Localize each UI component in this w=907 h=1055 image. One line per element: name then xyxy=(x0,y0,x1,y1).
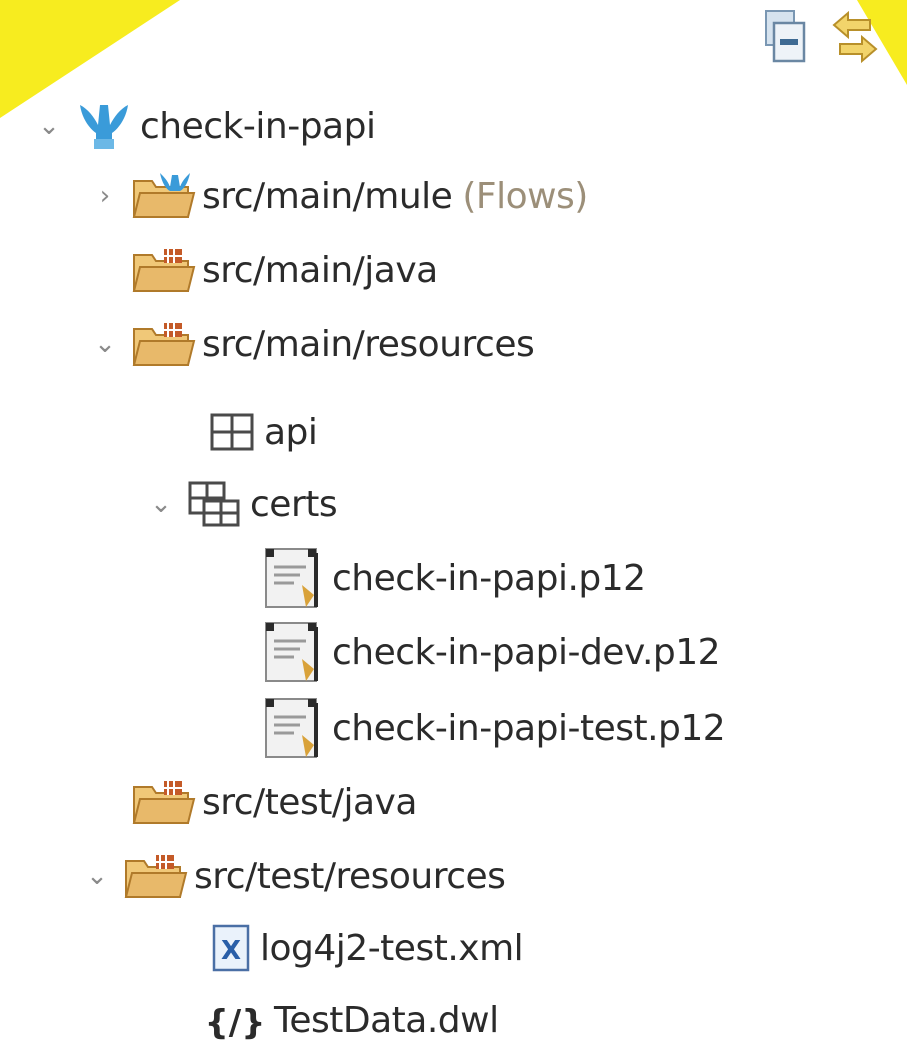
chevron-down-icon[interactable]: ⌄ xyxy=(94,329,116,359)
view-toolbar xyxy=(755,6,885,68)
tree-item-label: log4j2-test.xml xyxy=(260,927,524,969)
project-label: check-in-papi xyxy=(140,105,376,147)
source-folder-icon xyxy=(122,851,188,901)
mule-project-icon xyxy=(74,99,134,153)
tree-item-p12-dev[interactable]: › check-in-papi-dev.p12 xyxy=(224,619,721,685)
tree-item-src-main-java[interactable]: › src/main/java xyxy=(94,240,438,300)
tree-item-label: check-in-papi.p12 xyxy=(332,557,646,599)
tree-item-p12-test[interactable]: › check-in-papi-test.p12 xyxy=(224,695,726,761)
tree-item-src-test-resources[interactable]: ⌄ src/test/resources xyxy=(86,846,506,906)
xml-file-icon: X xyxy=(210,922,254,974)
tree-item-label: TestData.dwl xyxy=(274,999,499,1041)
tree-item-suffix: (Flows) xyxy=(462,175,588,217)
tree-item-label: check-in-papi-dev.p12 xyxy=(332,631,721,673)
source-folder-icon xyxy=(130,777,196,827)
tree-item-certs[interactable]: ⌄ certs xyxy=(150,474,338,534)
chevron-down-icon[interactable]: ⌄ xyxy=(38,111,60,141)
tree-item-src-main-resources[interactable]: ⌄ src/main/resources xyxy=(94,314,535,374)
tree-item-log4j2-test-xml[interactable]: › X log4j2-test.xml xyxy=(174,918,524,978)
source-folder-icon xyxy=(130,245,196,295)
certificate-file-icon xyxy=(260,619,326,685)
collapse-all-icon xyxy=(765,10,806,63)
tree-item-project[interactable]: ⌄ check-in-papi xyxy=(38,96,376,156)
collapse-all-button[interactable] xyxy=(755,6,815,68)
svg-text:{/}: {/} xyxy=(205,1003,266,1043)
certificate-file-icon xyxy=(260,695,326,761)
mule-folder-icon xyxy=(130,171,196,221)
chevron-down-icon[interactable]: ⌄ xyxy=(86,861,108,891)
tree-item-p12[interactable]: › check-in-papi.p12 xyxy=(224,548,646,608)
tree-item-label: src/test/java xyxy=(202,781,417,823)
tree-item-src-test-java[interactable]: › src/test/java xyxy=(94,772,417,832)
link-with-editor-icon xyxy=(832,10,878,64)
tree-item-api[interactable]: › api xyxy=(172,402,318,462)
certificate-file-icon xyxy=(260,545,326,611)
chevron-right-icon[interactable]: › xyxy=(94,181,116,211)
chevron-down-icon[interactable]: ⌄ xyxy=(150,489,172,519)
link-with-editor-button[interactable] xyxy=(825,6,885,68)
svg-text:X: X xyxy=(221,936,241,966)
package-icon xyxy=(186,479,244,529)
tree-item-label: src/main/mule xyxy=(202,175,453,217)
tree-item-src-main-mule[interactable]: › src/main/mule (Flows) xyxy=(94,166,588,226)
tree-item-label: check-in-papi-test.p12 xyxy=(332,707,726,749)
tree-item-label: src/main/resources xyxy=(202,323,535,365)
tree-item-label: src/main/java xyxy=(202,249,438,291)
source-folder-icon xyxy=(130,319,196,369)
tree-item-label: api xyxy=(264,411,318,453)
tree-item-label: certs xyxy=(250,483,338,525)
tree-item-label: src/test/resources xyxy=(194,855,506,897)
tree-item-testdata-dwl[interactable]: › {/} TestData.dwl xyxy=(166,990,500,1050)
package-icon xyxy=(208,409,258,455)
dataweave-file-icon: {/} xyxy=(202,994,268,1046)
